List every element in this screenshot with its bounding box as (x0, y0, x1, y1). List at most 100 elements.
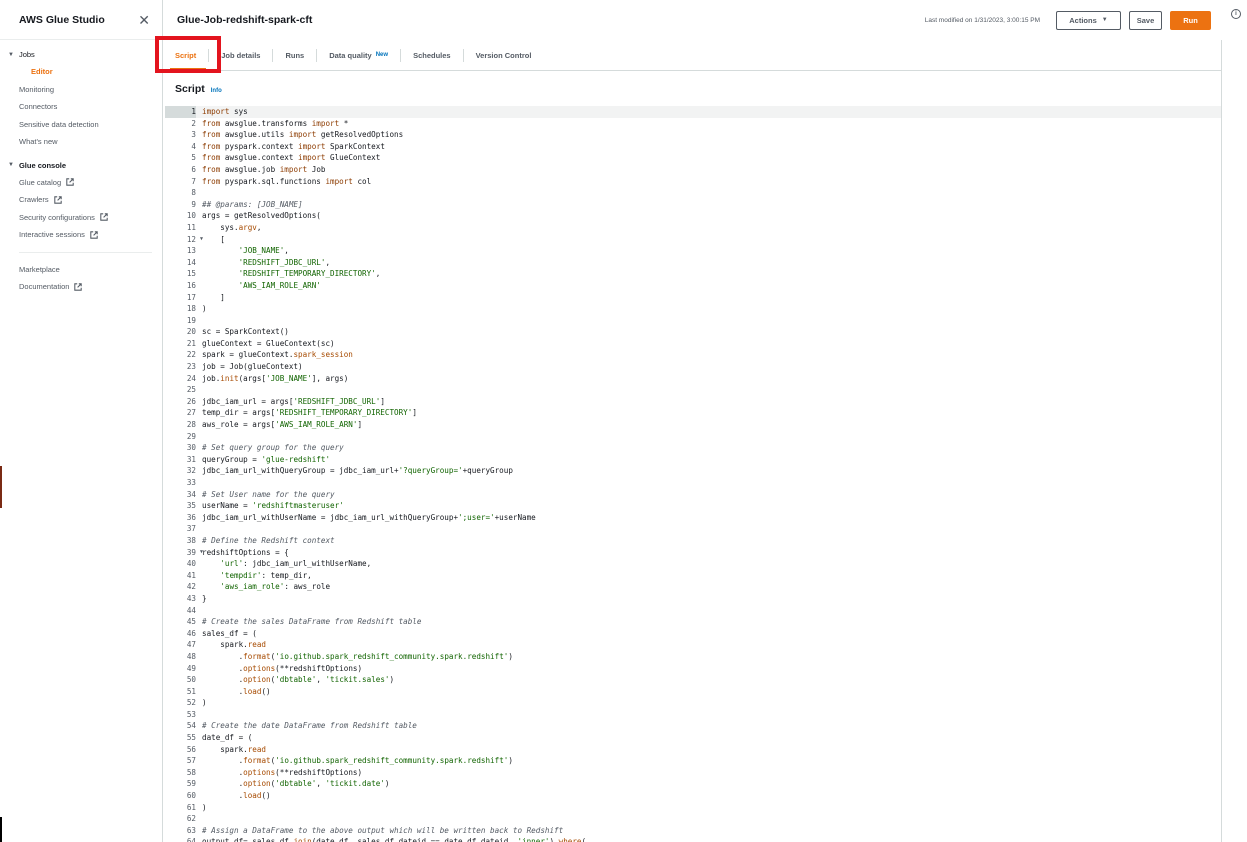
code-line[interactable]: 10 args = getResolvedOptions( (165, 210, 1221, 222)
code-line[interactable]: 14 'REDSHIFT_JDBC_URL', (165, 256, 1221, 269)
tab-schedules[interactable]: Schedules (400, 48, 463, 62)
code-text: 'tempdir': temp_dir, (220, 570, 312, 580)
sidebar-item-connectors[interactable]: Connectors (0, 98, 162, 116)
code-line[interactable]: 48 .format('io.github.spark_redshift_com… (165, 650, 1221, 663)
code-line[interactable]: 45 # Create the sales DataFrame from Reds… (165, 616, 1221, 628)
code-line[interactable]: 39 ▼ redshiftOptions = { (165, 546, 1221, 559)
close-icon[interactable]: ✕ (138, 13, 150, 27)
code-editor[interactable]: 1 import sys 2 from awsglue.transforms impo… (165, 106, 1221, 842)
sidebar-item-sensitive-data-detection[interactable]: Sensitive data detection (0, 116, 162, 134)
code-line[interactable]: 36 jdbc_iam_url_withUserName = jdbc_iam_u… (165, 511, 1221, 524)
sidebar-section-jobs[interactable]: ▼ Jobs (0, 46, 162, 63)
sidebar-item-crawlers[interactable]: Crawlers (0, 191, 162, 209)
code-line[interactable]: 55 date_df = ( (165, 732, 1221, 744)
sidebar-item-editor[interactable]: Editor (0, 63, 162, 81)
code-line[interactable]: 44 (165, 604, 1221, 617)
sidebar-section-glue-console[interactable]: ▼ Glue console (0, 157, 162, 174)
external-link-icon (74, 283, 83, 291)
code-line[interactable]: 31 queryGroup = 'glue-redshift' (165, 453, 1221, 466)
code-line[interactable]: 23 job = Job(glueContext) (165, 361, 1221, 373)
code-line[interactable]: 26 jdbc_iam_url = args['REDSHIFT_JDBC_URL… (165, 395, 1221, 408)
fold-toggle-icon[interactable]: ▼ (200, 234, 203, 246)
code-line[interactable]: 24 job.init(args['JOB_NAME'], args) (165, 372, 1221, 385)
info-link[interactable]: Info (211, 88, 222, 94)
code-line[interactable]: 3 from awsglue.utils import getResolvedOp… (165, 129, 1221, 141)
code-line[interactable]: 6 from awsglue.job import Job (165, 163, 1221, 176)
run-button[interactable]: Run (1170, 10, 1211, 30)
code-line[interactable]: 25 (165, 384, 1221, 396)
code-line[interactable]: 41 'tempdir': temp_dir, (165, 569, 1221, 582)
code-line[interactable]: 58 .options(**redshiftOptions) (165, 766, 1221, 779)
code-line[interactable]: 37 (165, 523, 1221, 535)
tab-version-control[interactable]: Version Control (462, 48, 544, 62)
code-line[interactable]: 47 spark.read (165, 639, 1221, 651)
code-line[interactable]: 17 ] (165, 291, 1221, 304)
code-line[interactable]: 7 from pyspark.sql.functions import col (165, 175, 1221, 188)
code-line[interactable]: 32 jdbc_iam_url_withQueryGroup = jdbc_iam… (165, 465, 1221, 477)
sidebar-item-whats-new[interactable]: What's new (0, 133, 162, 151)
tab-data-quality[interactable]: Data quality New (316, 48, 400, 62)
code-line[interactable]: 21 glueContext = GlueContext(sc) (165, 337, 1221, 350)
line-number: 14 (165, 256, 196, 269)
code-line[interactable]: 63 # Assign a DataFrame to the above outp… (165, 824, 1221, 837)
code-line[interactable]: 4 from pyspark.context import SparkContex… (165, 140, 1221, 153)
tab-runs[interactable]: Runs (272, 48, 316, 62)
sidebar-item-glue-catalog[interactable]: Glue catalog (0, 174, 162, 192)
code-line[interactable]: 50 .option('dbtable', 'tickit.sales') (165, 674, 1221, 686)
actions-button[interactable]: Actions ▼ (1056, 10, 1121, 30)
code-line[interactable]: 56 spark.read (165, 743, 1221, 756)
code-line[interactable]: 51 .load() (165, 685, 1221, 698)
code-line[interactable]: 16 'AWS_IAM_ROLE_ARN' (165, 279, 1221, 292)
code-text: from awsglue.utils import getResolvedOpt… (202, 130, 404, 140)
code-line[interactable]: 13 'JOB_NAME', (165, 245, 1221, 257)
code-line[interactable]: 42 'aws_iam_role': aws_role (165, 581, 1221, 593)
code-line[interactable]: 5 from awsglue.context import GlueContext (165, 152, 1221, 164)
code-line[interactable]: 20 sc = SparkContext() (165, 326, 1221, 338)
code-line[interactable]: 8 (165, 187, 1221, 199)
sidebar-title[interactable]: AWS Glue Studio (19, 14, 105, 26)
code-line[interactable]: 22 spark = glueContext.spark_session (165, 349, 1221, 362)
code-line[interactable]: 27 temp_dir = args['REDSHIFT_TEMPORARY_DI… (165, 407, 1221, 420)
code-line[interactable]: 19 (165, 314, 1221, 327)
code-line[interactable]: 49 .options(**redshiftOptions) (165, 662, 1221, 675)
code-text: .option('dbtable', 'tickit.date') (202, 779, 390, 789)
code-line[interactable]: 1 import sys (165, 106, 1221, 118)
line-number: 32 (165, 465, 196, 477)
fold-toggle-icon[interactable]: ▼ (200, 547, 203, 559)
code-line[interactable]: 33 (165, 477, 1221, 489)
line-number: 35 (165, 500, 196, 512)
code-line[interactable]: 57 .format('io.github.spark_redshift_com… (165, 755, 1221, 767)
code-line[interactable]: 40 'url': jdbc_iam_url_withUserName, (165, 558, 1221, 570)
code-line[interactable]: 9 ## @params: [JOB_NAME] (165, 198, 1221, 211)
sidebar-item-marketplace[interactable]: Marketplace (0, 261, 162, 279)
code-line[interactable]: 54 # Create the date DataFrame from Redsh… (165, 720, 1221, 733)
code-line[interactable]: 34 # Set User name for the query (165, 488, 1221, 501)
sidebar-item-monitoring[interactable]: Monitoring (0, 81, 162, 99)
code-line[interactable]: 11 sys.argv, (165, 221, 1221, 234)
info-icon[interactable]: i (1231, 9, 1241, 19)
code-line[interactable]: 52) (165, 697, 1221, 709)
code-line[interactable]: 53 (165, 708, 1221, 721)
code-line[interactable]: 38 # Define the Redshift context (165, 534, 1221, 547)
code-line[interactable]: 60 .load() (165, 790, 1221, 802)
code-line[interactable]: 64 output_df= sales_df.join(date_df, sale… (165, 836, 1221, 842)
code-line[interactable]: 2 from awsglue.transforms import * (165, 117, 1221, 130)
code-line[interactable]: 35 userName = 'redshiftmasteruser' (165, 500, 1221, 512)
line-number: 3 (165, 129, 196, 141)
code-line[interactable]: 62 (165, 813, 1221, 825)
code-line[interactable]: 30 # Set query group for the query (165, 442, 1221, 454)
code-line[interactable]: 28 aws_role = args['AWS_IAM_ROLE_ARN'] (165, 419, 1221, 431)
code-line[interactable]: 18) (165, 303, 1221, 315)
code-line[interactable]: 46 sales_df = ( (165, 627, 1221, 640)
sidebar-item-security-configurations[interactable]: Security configurations (0, 209, 162, 227)
code-line[interactable]: 59 .option('dbtable', 'tickit.date') (165, 778, 1221, 791)
save-button[interactable]: Save (1129, 10, 1162, 30)
code-line[interactable]: 15 'REDSHIFT_TEMPORARY_DIRECTORY', (165, 268, 1221, 280)
code-line[interactable]: 29 (165, 430, 1221, 443)
code-line[interactable]: 61) (165, 801, 1221, 814)
code-text: 'aws_iam_role': aws_role (220, 582, 331, 592)
code-line[interactable]: 43} (165, 592, 1221, 605)
code-line[interactable]: 12 ▼ [ (165, 233, 1221, 246)
sidebar-item-documentation[interactable]: Documentation (0, 278, 162, 296)
sidebar-item-interactive-sessions[interactable]: Interactive sessions (0, 226, 162, 244)
